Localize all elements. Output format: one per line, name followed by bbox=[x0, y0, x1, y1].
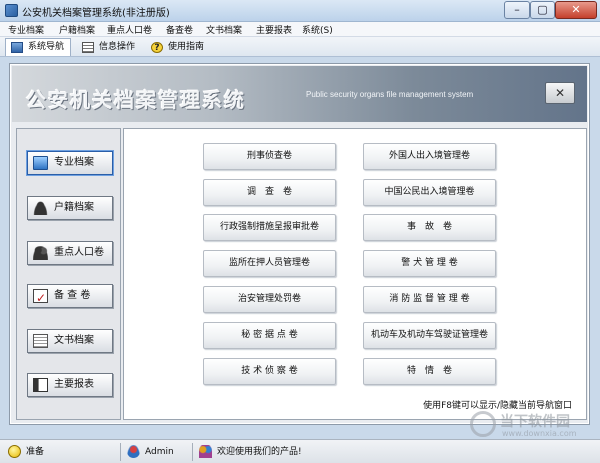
sidebar-item-reference[interactable]: 备 查 卷 bbox=[27, 284, 113, 309]
close-navigation-button[interactable]: ✕ bbox=[545, 82, 575, 104]
menu-item-key-population[interactable]: 重点人口卷 bbox=[107, 23, 152, 36]
report-book-icon bbox=[33, 378, 48, 392]
menu-bar: 专业档案 户籍档案 重点人口卷 备查卷 文书档案 主要报表 系统(S) bbox=[0, 22, 600, 37]
app-icon bbox=[5, 4, 18, 17]
sidebar-item-household[interactable]: 户籍档案 bbox=[27, 196, 113, 220]
menu-item-reports[interactable]: 主要报表 bbox=[256, 23, 292, 36]
tab-bar: 系统导航 信息操作 ? 使用指南 bbox=[0, 37, 600, 57]
doc-button-accident[interactable]: 事 故 卷 bbox=[363, 214, 496, 241]
help-icon: ? bbox=[151, 42, 163, 53]
document-icon bbox=[82, 42, 94, 53]
lightbulb-icon bbox=[8, 445, 21, 458]
doc-button-foreigner-entry-exit[interactable]: 外国人出入境管理卷 bbox=[363, 143, 496, 170]
sidebar-item-label: 主要报表 bbox=[54, 379, 94, 390]
doc-button-fire-supervision[interactable]: 消 防 监 督 管 理 卷 bbox=[363, 286, 496, 313]
people-icon bbox=[33, 246, 48, 260]
document-grid: 刑事侦查卷 调 查 卷 行政强制措施呈报审批卷 监所在押人员管理卷 治安管理处罚… bbox=[123, 128, 587, 420]
watermark-logo-icon bbox=[470, 411, 496, 437]
tab-user-guide[interactable]: ? 使用指南 bbox=[145, 38, 211, 56]
status-bar: 准备 Admin 欢迎使用我们的产品! bbox=[0, 439, 600, 463]
banner-subtitle: Public security organs file management s… bbox=[306, 90, 474, 99]
window-titlebar: 公安机关档案管理系统(非注册版) – ▢ ✕ bbox=[0, 0, 600, 22]
sidebar: 专业档案 户籍档案 重点人口卷 备 查 卷 文书档案 主要报表 bbox=[16, 128, 121, 420]
banner: 公安机关档案管理系统 Public security organs file m… bbox=[12, 66, 587, 122]
sidebar-item-label: 文书档案 bbox=[54, 335, 94, 346]
sidebar-item-label: 备 查 卷 bbox=[54, 290, 91, 301]
watermark-url: www.downxia.com bbox=[502, 429, 577, 438]
monitor-icon bbox=[11, 42, 23, 53]
doc-button-investigation[interactable]: 调 查 卷 bbox=[203, 179, 336, 206]
users-group-icon bbox=[199, 445, 212, 458]
doc-button-vehicle-license[interactable]: 机动车及机动车驾驶证管理卷 bbox=[363, 322, 496, 349]
doc-button-police-dog[interactable]: 警 犬 管 理 卷 bbox=[363, 250, 496, 277]
tab-label: 使用指南 bbox=[168, 42, 205, 52]
banner-title: 公安机关档案管理系统 bbox=[26, 88, 246, 112]
sidebar-item-label: 专业档案 bbox=[54, 157, 94, 168]
status-state-text: 准备 bbox=[26, 447, 45, 457]
document-icon bbox=[33, 334, 48, 348]
doc-button-technical-reconnaissance[interactable]: 技 术 侦 察 卷 bbox=[203, 358, 336, 385]
doc-button-citizen-entry-exit[interactable]: 中国公民出入境管理卷 bbox=[363, 179, 496, 206]
tab-label: 信息操作 bbox=[99, 42, 136, 52]
status-state: 准备 bbox=[8, 444, 44, 460]
doc-button-coercive-measures[interactable]: 行政强制措施呈报审批卷 bbox=[203, 214, 336, 241]
sidebar-item-documents[interactable]: 文书档案 bbox=[27, 329, 113, 353]
user-icon bbox=[127, 445, 140, 458]
sidebar-item-label: 重点人口卷 bbox=[54, 247, 104, 258]
watermark: 当下软件园 www.downxia.com bbox=[470, 409, 595, 441]
menu-item-household[interactable]: 户籍档案 bbox=[59, 23, 95, 36]
status-user: Admin bbox=[127, 444, 174, 460]
tab-info-operation[interactable]: 信息操作 bbox=[76, 38, 142, 56]
doc-button-secret-stronghold[interactable]: 秘 密 据 点 卷 bbox=[203, 322, 336, 349]
minimize-button[interactable]: – bbox=[504, 1, 530, 19]
watermark-name: 当下软件园 bbox=[500, 414, 570, 430]
sidebar-item-reports[interactable]: 主要报表 bbox=[27, 373, 113, 397]
sidebar-item-label: 户籍档案 bbox=[54, 202, 94, 213]
person-icon bbox=[33, 201, 48, 215]
menu-item-documents[interactable]: 文书档案 bbox=[206, 23, 242, 36]
menu-item-system[interactable]: 系统(S) bbox=[302, 23, 333, 36]
doc-button-criminal-investigation[interactable]: 刑事侦查卷 bbox=[203, 143, 336, 170]
menu-item-professional[interactable]: 专业档案 bbox=[8, 23, 44, 36]
sidebar-item-key-population[interactable]: 重点人口卷 bbox=[27, 241, 113, 265]
sidebar-item-professional[interactable]: 专业档案 bbox=[27, 151, 113, 175]
tab-label: 系统导航 bbox=[28, 42, 65, 52]
status-welcome-text: 欢迎使用我们的产品! bbox=[217, 447, 302, 457]
doc-button-special-intelligence[interactable]: 特 情 卷 bbox=[363, 358, 496, 385]
menu-item-reference[interactable]: 备查卷 bbox=[166, 23, 193, 36]
monitor-icon bbox=[33, 156, 48, 170]
navigation-frame: 公安机关档案管理系统 Public security organs file m… bbox=[9, 63, 590, 425]
checklist-icon bbox=[33, 287, 48, 309]
status-user-text: Admin bbox=[145, 447, 174, 457]
tab-system-navigation[interactable]: 系统导航 bbox=[5, 38, 72, 56]
status-separator bbox=[120, 443, 121, 461]
doc-button-detainee-management[interactable]: 监所在押人员管理卷 bbox=[203, 250, 336, 277]
status-welcome: 欢迎使用我们的产品! bbox=[199, 444, 302, 460]
maximize-button[interactable]: ▢ bbox=[530, 1, 555, 19]
close-button[interactable]: ✕ bbox=[555, 1, 597, 19]
doc-button-public-security-penalty[interactable]: 治安管理处罚卷 bbox=[203, 286, 336, 313]
window-title: 公安机关档案管理系统(非注册版) bbox=[22, 8, 170, 19]
status-separator bbox=[192, 443, 193, 461]
